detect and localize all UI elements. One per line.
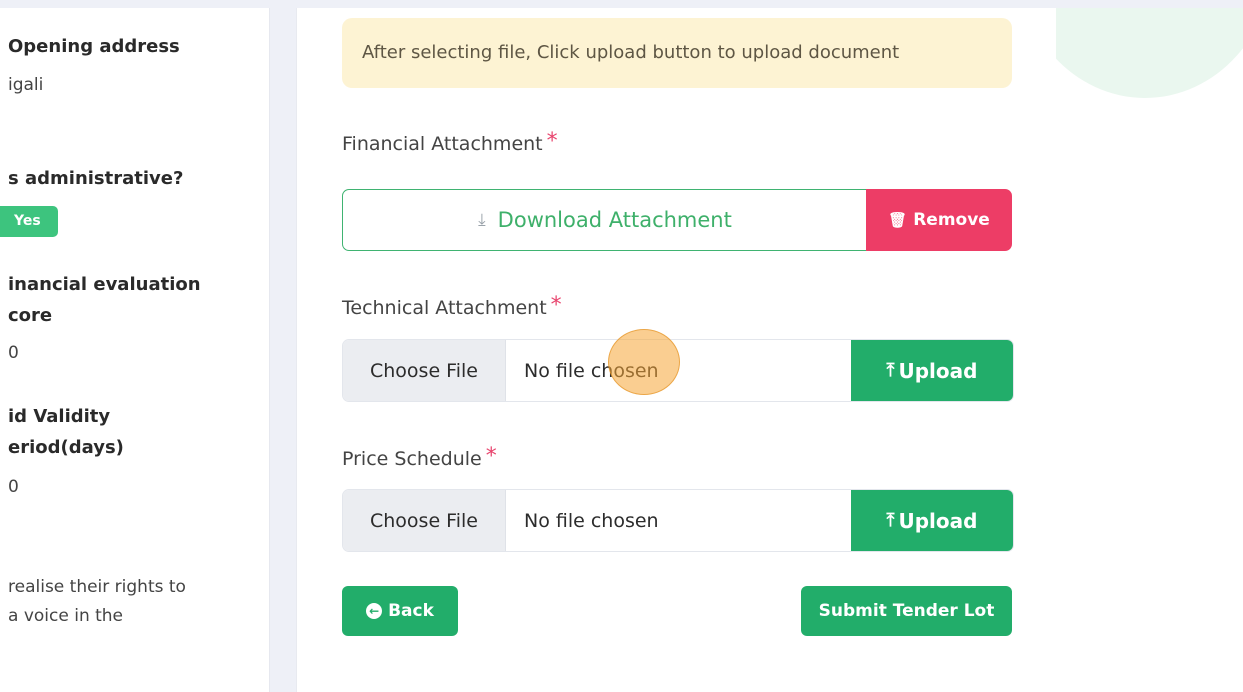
bid-validity-title-line2: eriod(days)	[8, 437, 124, 458]
required-star: *	[550, 293, 562, 318]
download-attachment-label: Download Attachment	[497, 208, 732, 232]
financial-attachment-label: Financial Attachment *	[342, 131, 558, 156]
download-attachment-button[interactable]: ⤓ Download Attachment	[342, 189, 867, 251]
opening-address-title: Opening address	[8, 36, 180, 57]
download-icon: ⤓	[478, 210, 486, 230]
decorative-blob	[1055, 8, 1243, 98]
upload-icon: ⤒	[886, 360, 895, 381]
opening-address-value: igali	[8, 75, 44, 95]
required-star: *	[485, 444, 497, 469]
price-schedule-file-status: No file chosen	[524, 509, 659, 532]
price-schedule-choose-file-button[interactable]: Choose File	[343, 490, 506, 551]
financial-evaluation-title-line2: core	[8, 305, 53, 326]
description-line2: a voice in the	[8, 606, 124, 626]
upload-instructions-alert: After selecting file, Click upload butto…	[342, 18, 1012, 88]
technical-file-status: No file chosen	[524, 359, 659, 382]
technical-attachment-label: Technical Attachment *	[342, 295, 562, 320]
right-background	[1055, 8, 1243, 692]
tender-submission-card: After selecting file, Click upload butto…	[296, 8, 1056, 692]
remove-attachment-button[interactable]: 🗑︎ Remove	[866, 189, 1012, 251]
technical-attachment-label-text: Technical Attachment	[342, 297, 547, 319]
administrative-title: s administrative?	[8, 168, 184, 189]
price-schedule-upload-button[interactable]: ⤒ Upload	[851, 490, 1013, 551]
financial-evaluation-title-line1: inancial evaluation	[8, 274, 201, 295]
price-schedule-label-text: Price Schedule	[342, 448, 482, 470]
description-line1: realise their rights to	[8, 577, 186, 597]
back-label: Back	[388, 601, 434, 621]
financial-evaluation-value: 0	[8, 343, 19, 363]
detail-sidebar: Opening address igali s administrative? …	[0, 8, 270, 692]
back-button[interactable]: ← Back	[342, 586, 458, 636]
arrow-circle-left-icon: ←	[366, 603, 383, 619]
trash-icon: 🗑︎	[888, 211, 908, 229]
required-star: *	[546, 129, 558, 154]
upload-label: Upload	[898, 358, 978, 383]
submit-tender-lot-button[interactable]: Submit Tender Lot	[801, 586, 1012, 636]
price-schedule-label: Price Schedule *	[342, 446, 497, 471]
administrative-badge: Yes	[0, 206, 58, 237]
upload-label: Upload	[898, 508, 978, 533]
price-schedule-file-input[interactable]: Choose File No file chosen ⤒ Upload	[342, 489, 1014, 552]
technical-choose-file-button[interactable]: Choose File	[343, 340, 506, 401]
upload-icon: ⤒	[886, 510, 895, 531]
financial-attachment-label-text: Financial Attachment	[342, 133, 543, 155]
remove-label: Remove	[913, 210, 990, 230]
technical-upload-button[interactable]: ⤒ Upload	[851, 340, 1013, 401]
bid-validity-value: 0	[8, 477, 19, 497]
bid-validity-title-line1: id Validity	[8, 406, 111, 427]
technical-file-input[interactable]: Choose File No file chosen ⤒ Upload	[342, 339, 1014, 402]
